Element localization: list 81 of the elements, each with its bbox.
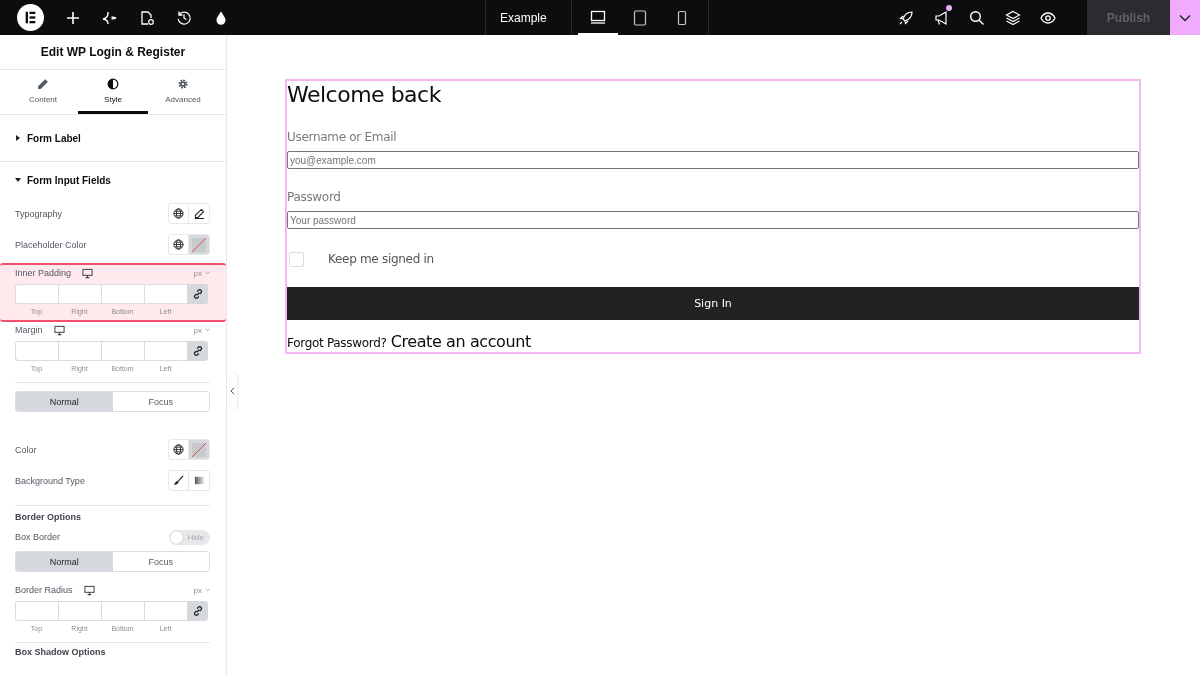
dimension-input[interactable] (101, 601, 144, 621)
dimension-input[interactable] (101, 284, 144, 304)
no-color-icon (192, 237, 206, 252)
link-button[interactable] (187, 601, 208, 621)
group-heading: Border Options (15, 512, 82, 524)
megaphone-icon[interactable] (933, 9, 950, 26)
dimension-input[interactable] (58, 284, 101, 304)
checkbox-label: Keep me signed in (328, 252, 434, 266)
no-color-icon (192, 442, 206, 457)
logo-icon[interactable] (17, 4, 44, 31)
checkbox[interactable] (289, 251, 304, 267)
desktop-icon[interactable] (82, 267, 94, 279)
unit-dropdown[interactable]: px (193, 325, 210, 335)
collapse-handle[interactable] (227, 373, 237, 409)
dimension-input[interactable] (58, 601, 101, 621)
input-field[interactable]: you@example.com (287, 151, 1139, 169)
form-title: Welcome back (287, 81, 442, 109)
caret-icon (15, 177, 21, 183)
dimension-input[interactable] (144, 341, 187, 361)
dimension-input[interactable] (144, 284, 187, 304)
globe-icon (173, 208, 184, 219)
desktop-icon[interactable] (53, 324, 65, 336)
globe-icon (173, 444, 184, 455)
caret-icon (205, 328, 210, 332)
caret-icon (15, 135, 21, 141)
eye-icon[interactable] (1040, 9, 1057, 26)
contrast-icon (107, 77, 119, 90)
link-icon (192, 606, 203, 616)
create-account-link[interactable]: Create an account (390, 332, 531, 351)
input-field[interactable]: Your password (287, 211, 1139, 229)
globe-icon (173, 239, 184, 250)
dimension-input[interactable] (58, 341, 101, 361)
gear-icon (177, 77, 189, 90)
panel-tab[interactable]: Advanced (148, 70, 218, 114)
panel-title: Edit WP Login & Register (0, 35, 226, 70)
dimension-input[interactable] (15, 341, 58, 361)
state-tab[interactable]: Normal (16, 392, 113, 411)
unit-dropdown[interactable]: px (193, 585, 210, 595)
control-label: Color (15, 444, 37, 455)
panel-tab[interactable]: Content (8, 70, 78, 114)
pencil-icon (37, 77, 49, 90)
link-button[interactable] (187, 341, 208, 361)
desktop-icon[interactable] (590, 8, 606, 25)
dimension-input[interactable] (144, 601, 187, 621)
link-icon (192, 289, 203, 299)
brush-icon (173, 475, 184, 486)
caret-icon (205, 588, 210, 592)
control-label: Border Radius (15, 585, 73, 595)
control-label: Inner Padding (15, 268, 72, 278)
tablet-icon[interactable] (632, 9, 648, 26)
sign-in-button[interactable]: Sign In (287, 287, 1139, 320)
pencil-icon (193, 208, 205, 219)
plus-icon[interactable] (65, 9, 81, 26)
control-label: Margin (15, 325, 43, 335)
field-label: Username or Email (287, 129, 398, 145)
page-settings-icon[interactable] (139, 9, 155, 26)
dimension-input[interactable] (15, 284, 58, 304)
search-icon[interactable] (969, 9, 986, 26)
rocket-icon[interactable] (898, 9, 915, 26)
caret-icon (205, 271, 210, 275)
control-label: Placeholder Color (15, 239, 87, 250)
section-header[interactable]: Form Label (0, 115, 96, 161)
control-label: Box Border (15, 532, 61, 542)
layers-icon[interactable] (1004, 9, 1021, 26)
dimension-input[interactable] (15, 601, 58, 621)
chevron-icon (1179, 13, 1191, 22)
state-tab[interactable]: Normal (16, 552, 113, 571)
dimension-input[interactable] (101, 341, 144, 361)
link-button[interactable] (187, 284, 208, 304)
control-label: Background Type (15, 475, 85, 486)
group-heading: Box Shadow Options (15, 647, 107, 659)
desktop-icon[interactable] (83, 584, 95, 596)
history-icon[interactable] (176, 9, 192, 26)
panel-tab[interactable]: Style (78, 70, 148, 114)
field-label: Password (287, 189, 342, 205)
link-icon (192, 346, 203, 356)
section-header[interactable]: Form Input Fields (0, 162, 126, 198)
forgot-password-link[interactable]: Forgot Password? (287, 336, 387, 350)
sparkle-icon[interactable] (102, 9, 118, 26)
gradient-icon (193, 475, 205, 486)
control-label: Typography (15, 208, 63, 219)
